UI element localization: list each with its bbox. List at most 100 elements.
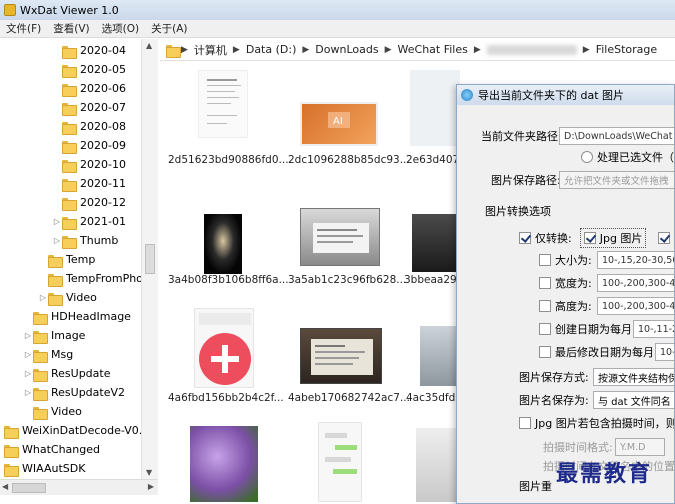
thumbnail-image[interactable]	[190, 426, 258, 502]
expand-arrow-icon[interactable]: ▷	[52, 217, 62, 226]
menu-options[interactable]: 选项(O)	[96, 21, 145, 36]
menu-file[interactable]: 文件(F)	[0, 21, 47, 36]
save-path-input[interactable]: 允许把文件夹或文件拖拽	[559, 171, 674, 189]
jpg-checkbox[interactable]	[583, 232, 596, 244]
tree-item[interactable]: Temp	[48, 250, 95, 269]
tree-item[interactable]: HDHeadImage	[33, 307, 131, 326]
convert-only-checkbox[interactable]	[519, 232, 531, 244]
scroll-down-icon[interactable]: ▼	[146, 468, 152, 477]
modified-date-label: 最后修改日期为每月	[555, 346, 654, 359]
width-input[interactable]: 100-,200,300-400,	[597, 274, 674, 292]
process-selected-row[interactable]: 处理已选文件（夫	[581, 149, 674, 165]
tree-item[interactable]: 2020-10	[62, 155, 126, 174]
thumbnail-image[interactable]	[318, 422, 362, 502]
tree-item[interactable]: ▷ Thumb	[52, 231, 118, 250]
chevron-right-icon: ▶	[473, 44, 481, 55]
rename-row: 图片重	[519, 478, 552, 494]
thumbnail-image[interactable]	[194, 308, 254, 388]
thumbnail-label[interactable]: 3bbeaa29...	[404, 274, 460, 286]
tree-item[interactable]: 2020-09	[62, 136, 126, 155]
thumbnail-image[interactable]	[300, 328, 382, 384]
thumbnail-label[interactable]: 2dc1096288b85dc93...	[288, 154, 410, 166]
scroll-left-icon[interactable]: ◀	[2, 482, 8, 491]
thumbnail-image[interactable]	[420, 326, 460, 386]
tree-item[interactable]: 2020-07	[62, 98, 126, 117]
tree-vertical-scrollbar[interactable]: ▲ ▼	[141, 39, 158, 479]
tree-item[interactable]: 2020-08	[62, 117, 126, 136]
tree-item[interactable]: 2020-06	[62, 79, 126, 98]
tree-horizontal-scrollbar[interactable]: ◀ ▶	[0, 479, 158, 495]
thumbnail-image[interactable]	[410, 70, 460, 146]
thumbnail-label[interactable]: 3a5ab1c23c96fb628...	[288, 274, 406, 286]
breadcrumb: ▶ 计算机 ▶ Data (D:) ▶ DownLoads ▶ WeChat F…	[160, 39, 675, 61]
dialog-title-bar: 导出当前文件夹下的 dat 图片	[457, 85, 674, 105]
thumbnail-image[interactable]	[300, 208, 380, 266]
expand-arrow-icon[interactable]: ▷	[23, 388, 33, 397]
tree-item[interactable]: 2020-05	[62, 60, 126, 79]
tree-item[interactable]: ▷ ResUpdateV2	[23, 383, 125, 402]
thumbnail-label[interactable]: 2e63d407...	[406, 154, 460, 166]
jpg-option[interactable]: Jpg 图片	[579, 228, 647, 248]
height-input[interactable]: 100-,200,300-400,	[597, 297, 674, 315]
breadcrumb-computer[interactable]: 计算机	[194, 42, 227, 58]
menu-about[interactable]: 关于(A)	[145, 21, 193, 36]
tree-item[interactable]: WeiXinDatDecode-V0.0.3	[4, 421, 157, 440]
other-format-checkbox[interactable]	[658, 232, 671, 244]
scrollbar-thumb[interactable]	[145, 244, 155, 274]
height-checkbox[interactable]	[539, 300, 551, 312]
breadcrumb-data-drive[interactable]: Data (D:)	[246, 43, 297, 56]
save-mode-select[interactable]: 按源文件夹结构保	[593, 368, 674, 386]
thumbnail-label[interactable]: 3a4b08f3b106b8ff6a...	[168, 274, 289, 286]
modified-date-checkbox[interactable]	[539, 346, 551, 358]
scroll-up-icon[interactable]: ▲	[146, 41, 152, 50]
thumbnail-image[interactable]: AI	[300, 102, 378, 146]
thumbnail-image[interactable]	[204, 214, 242, 274]
thumbnail-grid: 2d51623bd90886fd0... AI 2dc1096288b85dc9…	[160, 62, 460, 502]
tree-item[interactable]: ▷ ResUpdate	[23, 364, 111, 383]
scrollbar-thumb[interactable]	[12, 483, 46, 493]
process-selected-radio[interactable]	[581, 151, 593, 163]
jpg-date-checkbox[interactable]	[519, 417, 531, 429]
tree-item[interactable]: Video	[33, 402, 82, 421]
tree-item[interactable]: ▷ 2021-01	[52, 212, 126, 231]
folder-icon	[48, 273, 63, 287]
thumbnail-label[interactable]: 2d51623bd90886fd0...	[168, 154, 289, 166]
tree-item-label: Msg	[51, 348, 74, 361]
thumbnail-image[interactable]	[412, 214, 460, 272]
size-input[interactable]: 10-,15,20-30,50+	[597, 251, 674, 269]
width-checkbox[interactable]	[539, 277, 551, 289]
folder-icon	[62, 64, 77, 78]
tree-item[interactable]: WIAAutSDK	[4, 459, 85, 478]
menu-view[interactable]: 查看(V)	[47, 21, 95, 36]
tree-item[interactable]: ▷ Video	[38, 288, 97, 307]
size-checkbox[interactable]	[539, 254, 551, 266]
expand-arrow-icon[interactable]: ▷	[23, 350, 33, 359]
tree-item[interactable]: ▷ Image	[23, 326, 85, 345]
expand-arrow-icon[interactable]: ▷	[23, 331, 33, 340]
chevron-right-icon: ▶	[232, 44, 240, 55]
breadcrumb-filestorage[interactable]: FileStorage	[596, 43, 657, 56]
current-path-field[interactable]: D:\DownLoads\WeChat Files	[559, 127, 674, 145]
thumbnail-image[interactable]	[416, 428, 460, 502]
breadcrumb-downloads[interactable]: DownLoads	[315, 43, 378, 56]
modified-date-input[interactable]: 10-,	[655, 343, 674, 361]
tree-item[interactable]: ▷ Msg	[23, 345, 73, 364]
thumbnail-label[interactable]: 4a6fbd156bb2b4c2f...	[168, 392, 284, 404]
tree-item[interactable]: 2020-04	[62, 41, 126, 60]
thumbnail-image[interactable]	[198, 70, 248, 138]
expand-arrow-icon[interactable]: ▷	[23, 369, 33, 378]
tree-item[interactable]: WhatChanged	[4, 440, 100, 459]
expand-arrow-icon[interactable]: ▷	[38, 293, 48, 302]
thumbnail-label[interactable]: 4ac35dfd...	[406, 392, 460, 404]
date-format-input[interactable]: Y.M.D	[615, 438, 665, 456]
created-date-input[interactable]: 10-,11-20	[633, 320, 674, 338]
created-date-checkbox[interactable]	[539, 323, 551, 335]
tree-item[interactable]: 2020-11	[62, 174, 126, 193]
thumbnail-label[interactable]: 4abeb170682742ac7...	[288, 392, 410, 404]
save-as-select[interactable]: 与 dat 文件同名	[593, 391, 674, 409]
scroll-right-icon[interactable]: ▶	[148, 482, 154, 491]
expand-arrow-icon[interactable]: ▷	[52, 236, 62, 245]
tree-item[interactable]: 2020-12	[62, 193, 126, 212]
breadcrumb-wechat-files[interactable]: WeChat Files	[398, 43, 468, 56]
jpg-date-row: Jpg 图片若包含拍摄时间，则在	[519, 415, 674, 431]
